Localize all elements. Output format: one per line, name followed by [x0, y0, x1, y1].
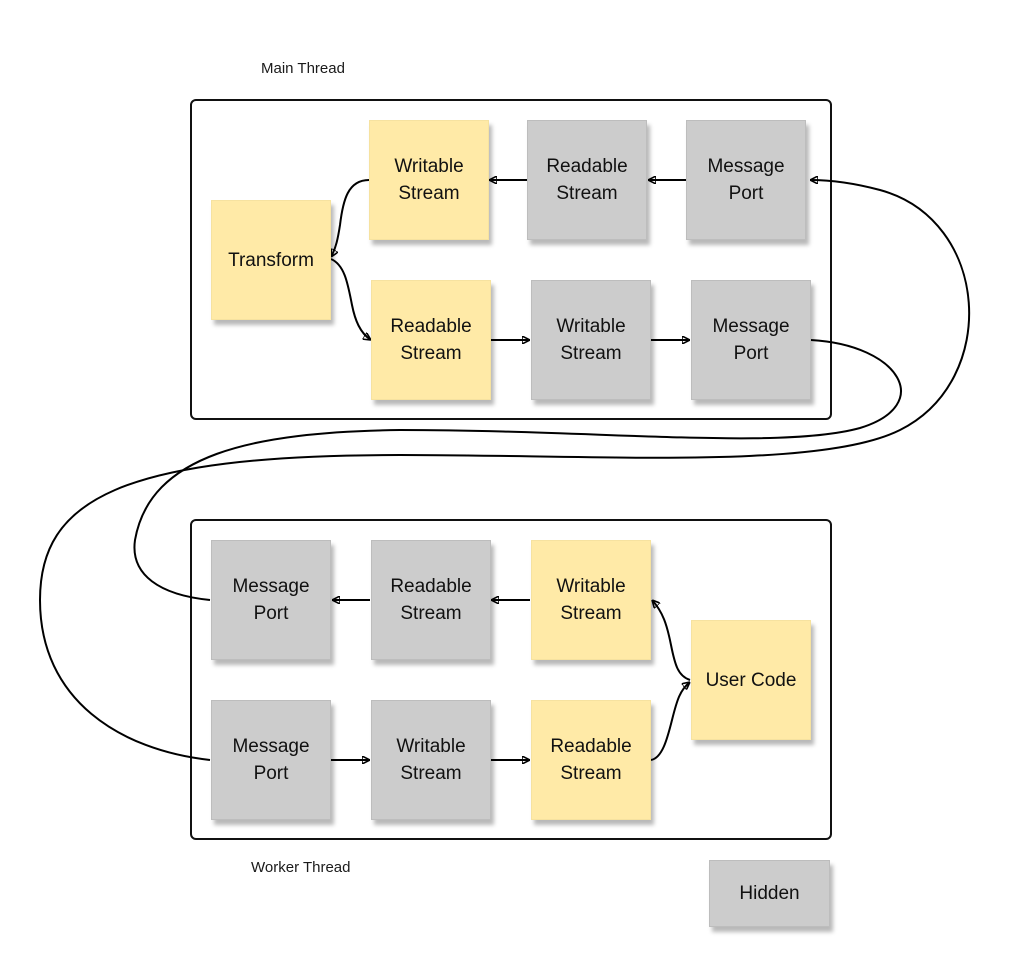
main-writable-stream-node: Writable Stream	[369, 120, 489, 240]
node-label: Writable Stream	[556, 316, 626, 364]
node-label: Message Port	[712, 316, 790, 364]
worker-message-port-out-node: Message Port	[211, 540, 331, 660]
node-label: Message Port	[232, 576, 310, 624]
node-label: User Code	[705, 669, 797, 691]
legend-hidden-node: Hidden	[709, 860, 830, 927]
main-message-port-out-node: Message Port	[691, 280, 811, 400]
node-label: Readable Stream	[550, 736, 632, 784]
worker-user-code-node: User Code	[691, 620, 811, 740]
main-readable-stream-out-node: Readable Stream	[371, 280, 491, 400]
node-label: Readable Stream	[390, 316, 472, 364]
node-label: Transform	[228, 249, 314, 271]
node-label: Readable Stream	[390, 576, 472, 624]
worker-writable-stream-node: Writable Stream	[371, 700, 491, 820]
node-label: Message Port	[232, 736, 310, 784]
node-label: Writable Stream	[556, 576, 626, 624]
main-transform-node: Transform	[211, 200, 331, 320]
main-writable-stream-out-node: Writable Stream	[531, 280, 651, 400]
legend-label: Hidden	[739, 883, 800, 904]
main-thread-label: Main Thread	[261, 60, 345, 77]
worker-writable-stream-in-node: Writable Stream	[531, 540, 651, 660]
main-message-port-in-node: Message Port	[686, 120, 806, 240]
node-label: Writable Stream	[394, 156, 464, 204]
worker-readable-stream-out-node: Readable Stream	[371, 540, 491, 660]
worker-thread-label: Worker Thread	[251, 859, 351, 876]
worker-readable-stream-node: Readable Stream	[531, 700, 651, 820]
node-label: Readable Stream	[546, 156, 628, 204]
node-label: Writable Stream	[396, 736, 466, 784]
worker-message-port-in-node: Message Port	[211, 700, 331, 820]
node-label: Message Port	[707, 156, 785, 204]
main-readable-stream-in-node: Readable Stream	[527, 120, 647, 240]
